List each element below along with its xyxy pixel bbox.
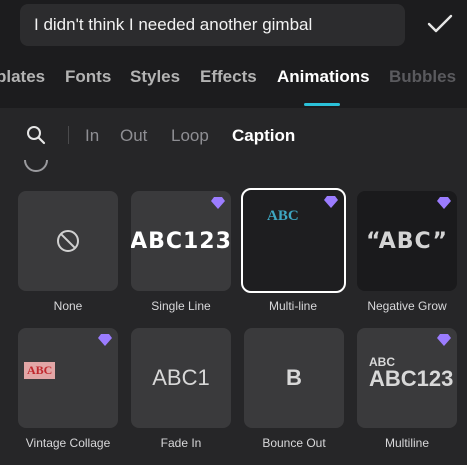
preview-text: ABC123 bbox=[131, 228, 231, 254]
animation-label: Multi-line bbox=[268, 299, 317, 313]
tab-fonts[interactable]: Fonts bbox=[65, 52, 111, 102]
animation-tile-fade-in[interactable]: ABC1 bbox=[131, 328, 231, 428]
multiline-preview: ABC ABC123 bbox=[369, 356, 453, 390]
animation-label: None bbox=[53, 299, 83, 313]
preview-text: ABC1 bbox=[152, 365, 210, 390]
radio-icon[interactable] bbox=[24, 160, 48, 172]
animation-tile-multiline[interactable]: ABC ABC123 bbox=[357, 328, 457, 428]
animation-tile-bounce-out[interactable]: B bbox=[244, 328, 344, 428]
preview-text: B bbox=[286, 365, 302, 390]
animation-label: Multiline bbox=[384, 436, 429, 450]
prohibited-icon bbox=[57, 230, 79, 252]
animation-tile-multi-line[interactable]: ABC bbox=[241, 188, 346, 293]
tab-bubbles[interactable]: Bubbles bbox=[389, 52, 456, 102]
main-tabs: plates Fonts Styles Effects Animations B… bbox=[0, 52, 467, 108]
preview-text: “ABC” bbox=[366, 228, 448, 254]
animation-tile-negative-grow[interactable]: “ABC” bbox=[357, 191, 457, 291]
subtab-loop[interactable]: Loop bbox=[171, 108, 209, 163]
animation-tile-none[interactable] bbox=[18, 191, 118, 291]
confirm-button[interactable] bbox=[422, 6, 458, 42]
tab-templates[interactable]: plates bbox=[0, 52, 45, 102]
subtab-out[interactable]: Out bbox=[120, 108, 147, 163]
caption-text-input[interactable]: I didn't think I needed another gimbal bbox=[20, 4, 405, 46]
apply-option-row bbox=[0, 160, 467, 174]
tab-styles[interactable]: Styles bbox=[130, 52, 180, 102]
search-icon bbox=[27, 126, 46, 145]
premium-diamond-icon bbox=[437, 334, 451, 346]
tab-effects[interactable]: Effects bbox=[200, 52, 257, 102]
subtab-in[interactable]: In bbox=[85, 108, 99, 163]
divider bbox=[68, 126, 69, 144]
premium-diamond-icon bbox=[98, 334, 112, 346]
search-button[interactable] bbox=[22, 121, 50, 149]
bounce-out-preview: B bbox=[244, 328, 344, 428]
premium-diamond-icon bbox=[437, 197, 451, 209]
none-preview bbox=[18, 191, 118, 291]
caption-edit-bar: I didn't think I needed another gimbal bbox=[0, 0, 467, 52]
preview-text: ABC bbox=[24, 362, 56, 379]
animation-label: Vintage Collage bbox=[25, 436, 111, 450]
fade-in-preview: ABC1 bbox=[131, 328, 231, 428]
premium-diamond-icon bbox=[324, 196, 338, 208]
preview-text: ABC bbox=[267, 208, 299, 224]
animation-label: Single Line bbox=[151, 299, 211, 313]
animation-panel: In Out Loop Caption None ABC123 Single L… bbox=[0, 108, 467, 465]
premium-diamond-icon bbox=[211, 197, 225, 209]
animation-subtabs: In Out Loop Caption bbox=[0, 108, 467, 160]
animation-tile-single-line[interactable]: ABC123 bbox=[131, 191, 231, 291]
animation-label: Negative Grow bbox=[367, 299, 447, 313]
animation-label: Bounce Out bbox=[262, 436, 326, 450]
subtab-caption[interactable]: Caption bbox=[232, 108, 295, 163]
checkmark-icon bbox=[427, 14, 453, 33]
animation-label: Fade In bbox=[160, 436, 202, 450]
tab-animations[interactable]: Animations bbox=[277, 52, 370, 102]
active-tab-indicator bbox=[304, 103, 340, 106]
animation-tile-vintage-collage[interactable]: ABC bbox=[18, 328, 118, 428]
preview-text: ABC123 bbox=[369, 366, 454, 391]
